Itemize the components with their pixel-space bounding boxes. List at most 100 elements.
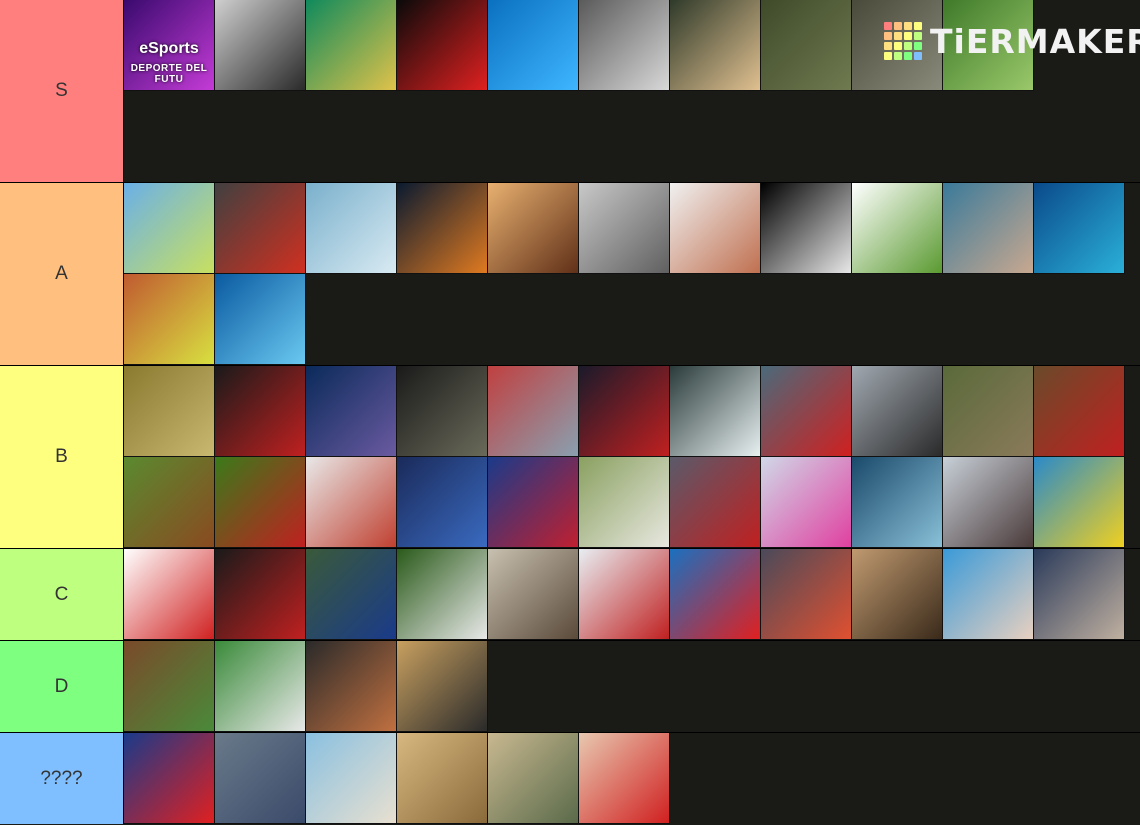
tier-item-wrestling[interactable] <box>306 366 397 457</box>
logo-grid-cell <box>914 22 922 30</box>
tier-item-handball-logo[interactable] <box>124 733 215 824</box>
tier-item-hunting[interactable] <box>943 366 1034 457</box>
tier-item-handball[interactable] <box>579 366 670 457</box>
logo-grid-cell <box>884 22 892 30</box>
tier-item-glamping[interactable] <box>306 733 397 824</box>
tier-item-motorsport[interactable] <box>579 0 670 91</box>
tier-item-water-polo[interactable] <box>943 549 1034 640</box>
tier-item-padel[interactable] <box>488 457 579 548</box>
tier-item-mountain-biking[interactable] <box>488 183 579 274</box>
logo-grid-cell <box>884 52 892 60</box>
tier-item-bocce[interactable] <box>488 733 579 824</box>
tier-row: ???? <box>0 733 1140 824</box>
tier-item-rowing[interactable] <box>670 457 761 548</box>
tier-row: B <box>0 366 1140 549</box>
tier-item-mma[interactable] <box>397 366 488 457</box>
tier-item-sumo[interactable] <box>852 549 943 640</box>
logo-grid-cell <box>894 32 902 40</box>
tier-item-surfing[interactable] <box>215 274 306 365</box>
logo-grid-icon <box>884 22 922 60</box>
tier-item-marathon[interactable] <box>761 549 852 640</box>
tier-item-road-cycling[interactable] <box>670 0 761 91</box>
tier-item-boxing[interactable] <box>215 366 306 457</box>
tier-item-archery[interactable] <box>579 457 670 548</box>
tiermaker-logo[interactable]: TiERMAKER <box>884 20 1140 62</box>
tier-item-water-skiing[interactable] <box>852 457 943 548</box>
tier-item-javelin[interactable] <box>397 457 488 548</box>
tier-item-inline-skating[interactable] <box>397 641 488 732</box>
tier-item-discus[interactable] <box>306 457 397 548</box>
tier-item-american-football[interactable] <box>306 549 397 640</box>
logo-grid-cell <box>904 52 912 60</box>
tier-item-rugby[interactable] <box>215 549 306 640</box>
tier-item-esports[interactable]: eSports DEPORTE DEL FUTU <box>124 0 215 91</box>
logo-grid-cell <box>914 32 922 40</box>
tier-item-bird-hunting[interactable] <box>852 366 943 457</box>
tier-item-bullfighting[interactable] <box>1034 366 1125 457</box>
tier-item-volleyball[interactable] <box>1034 457 1125 548</box>
tier-item-swimming[interactable] <box>1034 183 1125 274</box>
tier-items <box>124 366 1140 548</box>
tier-row: A <box>0 183 1140 366</box>
tier-label[interactable]: B <box>0 366 124 548</box>
tier-item-climbing[interactable] <box>670 183 761 274</box>
tier-item-baseball[interactable] <box>124 641 215 732</box>
tier-item-fronton[interactable] <box>579 733 670 824</box>
tier-label[interactable]: S <box>0 0 124 182</box>
tier-item-running[interactable] <box>124 366 215 457</box>
tier-item-weightlifting[interactable] <box>670 549 761 640</box>
logo-grid-cell <box>884 42 892 50</box>
logo-text: TiERMAKER <box>930 21 1140 61</box>
tier-item-motogp[interactable] <box>215 183 306 274</box>
tier-item-hurdles[interactable] <box>943 457 1034 548</box>
tier-item-tennis[interactable] <box>124 274 215 365</box>
tier-row: D <box>0 641 1140 733</box>
logo-grid-cell <box>884 32 892 40</box>
tier-items <box>124 549 1140 640</box>
logo-grid-cell <box>914 52 922 60</box>
logo-grid-cell <box>904 42 912 50</box>
tier-item-athletics-sprint[interactable] <box>488 366 579 457</box>
tier-item-basketball[interactable] <box>397 183 488 274</box>
logo-grid-cell <box>894 22 902 30</box>
tier-items <box>124 733 1140 824</box>
tier-item-equestrian[interactable] <box>124 457 215 548</box>
tier-row: C <box>0 549 1140 641</box>
tier-item-hang-gliding[interactable] <box>124 183 215 274</box>
tier-item-skiing[interactable] <box>761 457 852 548</box>
tier-item-ice-hockey[interactable] <box>579 549 670 640</box>
tier-item-cricket[interactable] <box>215 641 306 732</box>
tier-item-skydiving[interactable] <box>306 183 397 274</box>
tier-label[interactable]: C <box>0 549 124 640</box>
tier-item-bowling[interactable] <box>397 0 488 91</box>
tier-item-canoe-slalom[interactable] <box>761 366 852 457</box>
tier-item-badminton[interactable] <box>397 549 488 640</box>
logo-grid-cell <box>894 52 902 60</box>
tier-items <box>124 641 1140 732</box>
tier-item-billiards[interactable] <box>306 0 397 91</box>
tier-item-golf[interactable] <box>852 183 943 274</box>
tier-label[interactable]: A <box>0 183 124 365</box>
tier-item-football-kick[interactable] <box>215 457 306 548</box>
tier-label[interactable]: D <box>0 641 124 732</box>
tier-label[interactable]: ???? <box>0 733 124 824</box>
tier-item-medieval-combat[interactable] <box>579 183 670 274</box>
tile-caption: eSports <box>139 39 199 57</box>
tier-list: SeSports DEPORTE DEL FUTU A B C D???? <box>0 0 1140 824</box>
tier-item-petanque[interactable] <box>215 733 306 824</box>
logo-grid-cell <box>904 32 912 40</box>
tier-item-fencing[interactable] <box>761 183 852 274</box>
tier-item-kayaking[interactable] <box>670 366 761 457</box>
tier-item-camel-racing[interactable] <box>397 733 488 824</box>
tier-item-bodybuilding[interactable] <box>306 641 397 732</box>
tier-item-chess[interactable] <box>215 0 306 91</box>
logo-grid-cell <box>904 22 912 30</box>
tier-item-table-tennis[interactable] <box>124 549 215 640</box>
tier-item-synchronized-swimming[interactable] <box>943 183 1034 274</box>
tile-subcaption: DEPORTE DEL FUTU <box>130 63 208 85</box>
tier-item-paintball[interactable] <box>761 0 852 91</box>
tier-item-scuba-diving[interactable] <box>488 0 579 91</box>
tier-item-rodeo[interactable] <box>1034 549 1125 640</box>
tier-item-falconry[interactable] <box>488 549 579 640</box>
tier-items <box>124 183 1140 365</box>
